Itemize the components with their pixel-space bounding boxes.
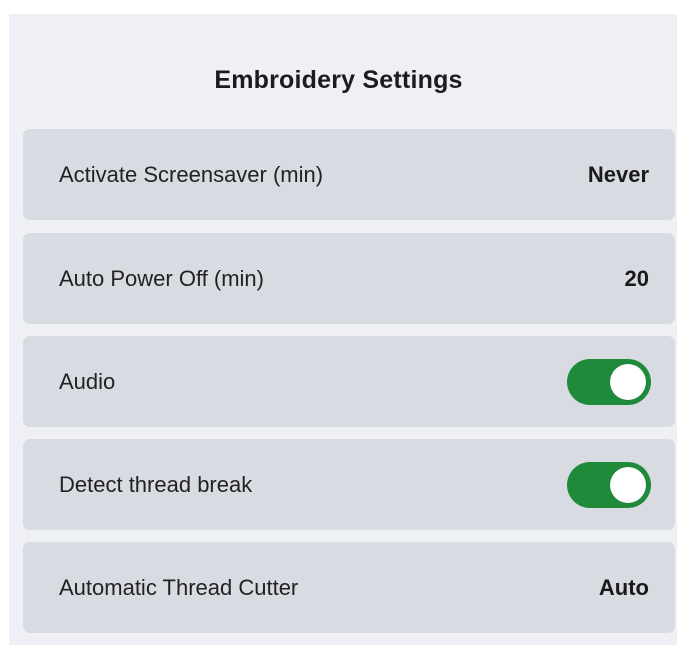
- setting-label-auto-power-off: Auto Power Off (min): [59, 265, 264, 291]
- setting-label-screensaver: Activate Screensaver (min): [59, 161, 324, 187]
- setting-value-auto-power-off: 20: [624, 265, 649, 291]
- setting-row-thread-cutter[interactable]: Automatic Thread Cutter Auto: [23, 542, 675, 633]
- setting-label-audio: Audio: [59, 368, 116, 394]
- setting-row-detect-thread-break: Detect thread break: [23, 439, 675, 530]
- audio-toggle-knob: [610, 363, 646, 400]
- setting-label-detect-thread-break: Detect thread break: [59, 471, 253, 497]
- setting-label-thread-cutter: Automatic Thread Cutter: [59, 574, 299, 600]
- setting-value-screensaver: Never: [587, 161, 649, 187]
- setting-row-screensaver[interactable]: Activate Screensaver (min) Never: [23, 129, 675, 220]
- setting-row-audio: Audio: [23, 336, 675, 427]
- page-title: Embroidery Settings: [214, 66, 463, 94]
- audio-toggle[interactable]: [567, 358, 651, 405]
- setting-value-thread-cutter: Auto: [598, 574, 649, 600]
- setting-row-auto-power-off[interactable]: Auto Power Off (min) 20: [23, 233, 675, 324]
- detect-thread-break-toggle-knob: [610, 466, 646, 503]
- detect-thread-break-toggle[interactable]: [567, 461, 651, 508]
